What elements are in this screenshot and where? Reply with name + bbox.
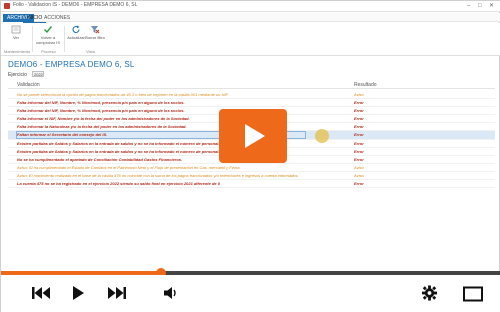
refresh-icon xyxy=(71,25,81,34)
cursor-highlight xyxy=(315,129,329,143)
filter-clear-icon xyxy=(90,25,100,34)
validation-text: La cuenta 475 no se ha registrado en el … xyxy=(17,181,220,187)
result-text: Aviso xyxy=(354,164,364,170)
result-text: Aviso xyxy=(354,92,364,97)
validation-text: Aviso: El movimiento realizado en el bas… xyxy=(17,172,299,178)
table-row[interactable]: Falta informar del NIF, Nombre, % Nivelm… xyxy=(8,99,495,108)
validation-text: No se ha cumplimentado el apartado de Co… xyxy=(17,156,183,162)
close-button[interactable]: ✕ xyxy=(489,2,494,10)
validation-text: Existen partidas de Saldos y Salarios en… xyxy=(17,148,220,154)
ribbon-group-proceso: Proceso xyxy=(41,49,56,54)
validation-text: Falta informar el NIF, Nombre y/o la fec… xyxy=(17,116,190,122)
volume-icon[interactable] xyxy=(163,285,179,301)
recheck-is-button[interactable]: Volver a comprobar IS xyxy=(33,25,63,45)
ribbon: Ver Volver a comprobar IS Actualizar Bor… xyxy=(1,23,500,56)
app-window: Folio - Validacion IS - DEMO6 - EMPRESA … xyxy=(0,0,500,312)
check-icon xyxy=(43,25,53,34)
recheck-is-label: Volver a comprobar IS xyxy=(35,35,60,45)
result-text: Error xyxy=(354,116,364,122)
ribbon-tabs: ARCHIVO INICIO ACCIONES xyxy=(1,13,500,23)
skip-back-icon[interactable] xyxy=(31,285,51,301)
ribbon-group-vista: Vista xyxy=(86,49,95,54)
app-logo-icon xyxy=(4,3,10,9)
page-title: DEMO6 - EMPRESA DEMO 6, SL xyxy=(8,60,135,69)
validation-text: Faltan informar el Secretario del consej… xyxy=(17,132,108,138)
result-text: Error xyxy=(354,124,364,130)
play-control-icon[interactable] xyxy=(71,285,85,301)
table-row[interactable]: La cuenta 475 no se ha registrado en el … xyxy=(8,180,495,189)
tab-acciones[interactable]: ACCIONES xyxy=(40,14,74,22)
year-label: Ejercicio xyxy=(8,72,27,78)
view-icon xyxy=(11,25,21,34)
play-overlay-button[interactable] xyxy=(219,109,287,163)
view-button-label: Ver xyxy=(12,35,19,40)
title-bar: Folio - Validacion IS - DEMO6 - EMPRESA … xyxy=(1,1,500,12)
result-text: Error xyxy=(354,148,364,154)
ribbon-group-mantenimiento: Mantenimiento xyxy=(4,49,31,54)
play-icon xyxy=(245,124,265,148)
result-text: Aviso xyxy=(354,172,364,178)
view-button[interactable]: Ver xyxy=(1,25,31,40)
table-header: Validación Resultado xyxy=(8,81,495,89)
validation-text: Aviso: Si ha cumplimentado el Estado de … xyxy=(17,164,241,170)
result-text: Error xyxy=(354,140,364,146)
result-text: Error xyxy=(354,156,364,162)
column-validacion[interactable]: Validación xyxy=(17,82,40,88)
year-field[interactable]: 2022 xyxy=(32,71,44,77)
refresh-label: Actualizar xyxy=(67,35,85,40)
validation-text: Falta informar la Naturaleza y/o la fech… xyxy=(17,124,187,130)
clear-filter-label: Borrar filtro xyxy=(85,35,105,40)
validation-text: No se puede seleccionar la opción de pag… xyxy=(17,92,229,97)
skip-forward-icon[interactable] xyxy=(107,285,127,301)
validation-text: Falta informar del NIF, Nombre, % Nivelm… xyxy=(17,108,185,114)
table-row[interactable]: No se puede seleccionar la opción de pag… xyxy=(8,91,495,100)
clear-filter-button[interactable]: Borrar filtro xyxy=(85,25,105,40)
validation-text: Falta informar del NIF, Nombre, % Nivelm… xyxy=(17,100,185,106)
window-title: Folio - Validacion IS - DEMO6 - EMPRESA … xyxy=(13,2,138,8)
column-resultado[interactable]: Resultado xyxy=(354,82,377,88)
minimize-button[interactable]: – xyxy=(467,2,470,10)
result-text: Error xyxy=(354,100,364,106)
video-controls xyxy=(1,275,500,312)
settings-gear-icon[interactable] xyxy=(421,285,438,301)
result-text: Error xyxy=(354,108,364,114)
maximize-button[interactable]: □ xyxy=(478,2,482,10)
result-text: Error xyxy=(354,181,364,187)
table-row[interactable]: Aviso: Si ha cumplimentado el Estado de … xyxy=(8,164,495,172)
fullscreen-icon[interactable] xyxy=(463,286,483,302)
table-row[interactable]: Aviso: El movimiento realizado en el bas… xyxy=(8,172,495,181)
result-text: Error xyxy=(354,132,364,138)
validation-text: Existen partidas de Saldos y Salarios en… xyxy=(17,140,220,146)
